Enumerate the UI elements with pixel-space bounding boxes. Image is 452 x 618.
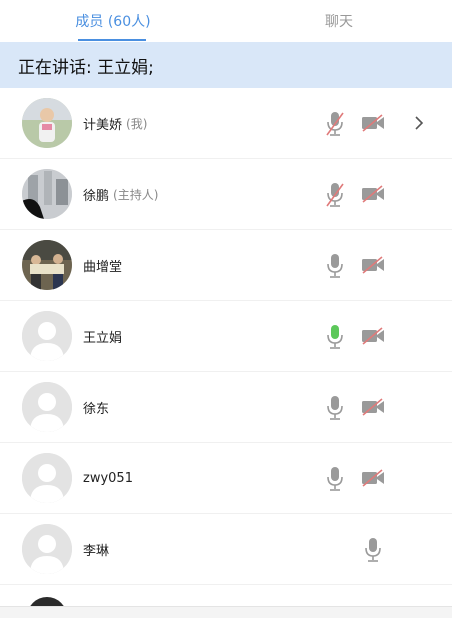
member-name-text: zwy051 <box>83 471 133 486</box>
camera-off-icon[interactable] <box>361 256 385 274</box>
member-name-text: 徐东 <box>83 402 110 417</box>
tab-members[interactable]: 成员 (60人) <box>0 0 226 42</box>
mic-icon[interactable] <box>326 253 344 279</box>
member-name-text: 曲增堂 <box>83 260 123 275</box>
avatar <box>22 98 72 148</box>
member-name: 李琳 <box>83 514 109 585</box>
member-row[interactable]: 徐鹏 (主持人) <box>0 159 452 230</box>
mic-icon[interactable] <box>364 537 382 563</box>
mic-icon[interactable] <box>326 395 344 421</box>
camera-off-icon[interactable] <box>361 327 385 345</box>
member-name: 王立娟 <box>83 301 122 372</box>
member-row[interactable]: 计美娇 (我) <box>0 88 452 159</box>
chevron-right-icon[interactable] <box>412 112 426 134</box>
bottom-bar <box>0 606 452 618</box>
mic-muted-icon[interactable] <box>326 182 344 208</box>
member-name: 计美娇 (我) <box>83 88 147 159</box>
mic-icon[interactable] <box>326 466 344 492</box>
member-role: (我) <box>126 117 148 131</box>
mic-muted-icon[interactable] <box>326 111 344 137</box>
member-row[interactable]: 李琳 <box>0 514 452 585</box>
member-role: (主持人) <box>113 188 159 202</box>
avatar <box>22 382 72 432</box>
member-row[interactable]: 王立娟 <box>0 301 452 372</box>
camera-off-icon[interactable] <box>361 185 385 203</box>
member-name: 徐东 <box>83 372 109 443</box>
camera-off-icon[interactable] <box>361 114 385 132</box>
member-name: 曲增堂 <box>83 230 122 301</box>
member-name: 徐鹏 (主持人) <box>83 159 158 230</box>
avatar <box>22 169 72 219</box>
member-row[interactable]: 徐东 <box>0 372 452 443</box>
active-tab-indicator <box>78 39 146 41</box>
member-name-text: 计美娇 <box>83 118 123 133</box>
avatar <box>22 240 72 290</box>
avatar <box>22 524 72 574</box>
member-name-text: 徐鹏 <box>83 189 110 204</box>
member-row[interactable]: zwy051 <box>0 443 452 514</box>
member-name-text: 王立娟 <box>83 331 123 346</box>
speaking-banner: 正在讲话: 王立娟; <box>0 42 452 88</box>
camera-off-icon[interactable] <box>361 469 385 487</box>
member-list: 计美娇 (我) 徐鹏 (主持人) 曲增堂 王立娟 徐东 zwy051 李琳 <box>0 88 452 585</box>
tab-bar: 成员 (60人) 聊天 <box>0 0 452 42</box>
avatar <box>22 453 72 503</box>
mic-speaking-icon[interactable] <box>326 324 344 350</box>
tab-chat[interactable]: 聊天 <box>226 0 452 42</box>
camera-off-icon[interactable] <box>361 398 385 416</box>
member-name: zwy051 <box>83 443 133 514</box>
member-name-text: 李琳 <box>83 544 110 559</box>
member-row[interactable]: 曲增堂 <box>0 230 452 301</box>
avatar <box>22 311 72 361</box>
